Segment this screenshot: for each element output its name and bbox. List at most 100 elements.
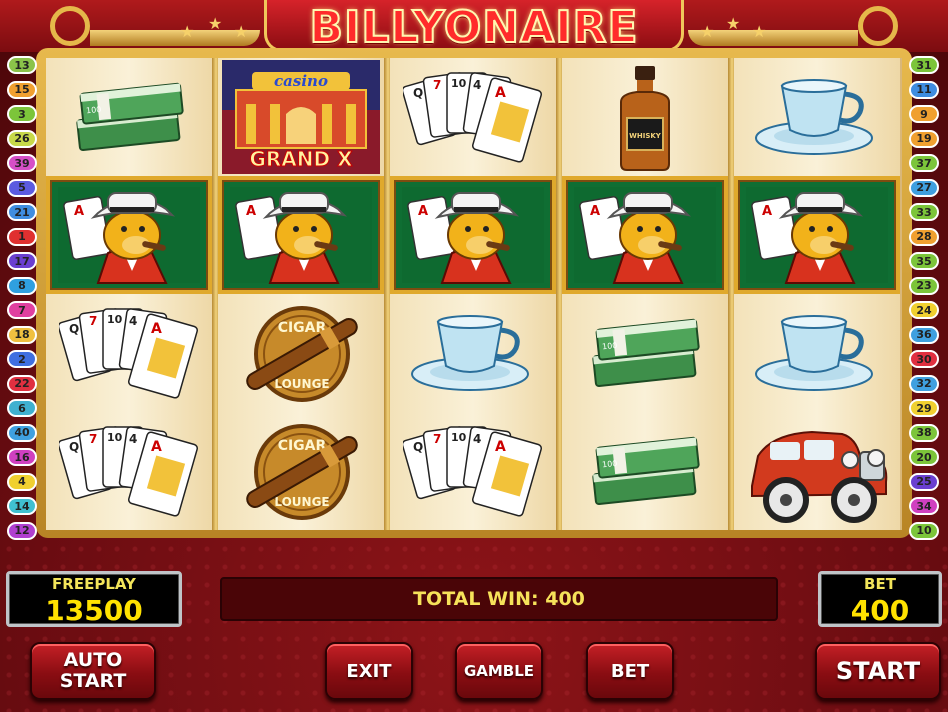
payline-indicators-left: 13 15 3 26 39 5 21 1 17 8 7 18 2 22 6 40 16 4 14 12 [5, 56, 39, 546]
svg-text:4: 4 [129, 314, 137, 328]
start-button[interactable]: START [815, 642, 941, 700]
slot-machine: ★ ★ ★ ★ ★ ★ BILLYONAIRE 100 A Q 7 10 4 A… [0, 0, 948, 712]
payline-number: 1 [7, 227, 37, 246]
payline-indicators-right: 31 11 9 19 37 27 33 28 35 23 24 36 30 32 29 38 20 25 34 10 [907, 56, 941, 546]
freeplay-display: FREEPLAY 13500 [6, 571, 182, 627]
payline-number: 29 [909, 399, 939, 417]
svg-text:4: 4 [473, 78, 481, 92]
payline-number: 27 [909, 178, 939, 197]
gold-swirl-icon [50, 6, 90, 46]
payline-number: 25 [909, 472, 939, 491]
payline-number: 28 [909, 227, 939, 246]
payline-number: 17 [7, 252, 37, 270]
money-stack-symbol: 100 [46, 58, 212, 176]
svg-text:7: 7 [89, 314, 97, 328]
payline-number: 8 [7, 276, 37, 295]
svg-text:10: 10 [107, 431, 123, 444]
playing-cards-symbol: Q 7 10 4 A [46, 412, 212, 530]
payline-number: 4 [7, 472, 37, 491]
payline-number: 7 [7, 301, 37, 319]
payline-number: 33 [909, 203, 939, 221]
gangster-dog-symbol: A [218, 176, 384, 294]
star-icon: ★ [752, 22, 767, 41]
svg-text:A: A [151, 321, 162, 337]
tea-cup-symbol [390, 294, 556, 412]
payline-number: 37 [909, 154, 939, 172]
payline-number: 12 [7, 521, 37, 540]
payline-number: 3 [7, 105, 37, 123]
gangster-dog-symbol: A [734, 176, 900, 294]
svg-text:100: 100 [86, 105, 102, 116]
star-icon: ★ [700, 22, 715, 41]
payline-number: 24 [909, 301, 939, 319]
svg-text:4: 4 [473, 432, 481, 446]
exit-button[interactable]: EXIT [325, 642, 413, 700]
svg-text:4: 4 [129, 432, 137, 446]
payline-number: 22 [7, 374, 37, 393]
payline-number: 31 [909, 56, 939, 74]
gangster-dog-symbol: A [46, 176, 212, 294]
tea-cup-symbol [734, 58, 900, 176]
casino-grand-x-symbol: casino GRAND X [218, 58, 384, 176]
payline-number: 14 [7, 497, 37, 515]
svg-text:Q: Q [69, 322, 79, 336]
svg-text:10: 10 [451, 431, 467, 444]
title-plate: BILLYONAIRE [264, 0, 684, 54]
game-title: BILLYONAIRE [308, 1, 639, 54]
svg-text:7: 7 [433, 78, 441, 92]
payline-number: 36 [909, 325, 939, 344]
payline-number: 20 [909, 448, 939, 466]
payline-number: 40 [7, 423, 37, 442]
star-icon: ★ [208, 14, 223, 33]
reel-4: WHISKY A 100 100 [562, 58, 728, 530]
svg-text:A: A [74, 204, 84, 219]
freeplay-value: 13500 [45, 594, 143, 627]
tea-cup-symbol [734, 294, 900, 412]
reel-5: A [734, 58, 900, 530]
payline-number: 15 [7, 80, 37, 99]
payline-number: 13 [7, 56, 37, 74]
svg-text:CIGAR: CIGAR [278, 438, 327, 454]
svg-text:CIGAR: CIGAR [278, 320, 327, 336]
svg-text:7: 7 [433, 432, 441, 446]
gamble-button[interactable]: GAMBLE [455, 642, 543, 700]
gangster-dog-symbol: A [390, 176, 556, 294]
payline-number: 9 [909, 105, 939, 123]
payline-number: 5 [7, 178, 37, 197]
svg-text:Q: Q [413, 86, 423, 100]
svg-text:LOUNGE: LOUNGE [274, 377, 329, 391]
auto-start-button[interactable]: AUTO START [30, 642, 156, 700]
payline-number: 35 [909, 252, 939, 270]
svg-text:A: A [246, 204, 256, 219]
payline-number: 30 [909, 350, 939, 368]
svg-text:Q: Q [413, 440, 423, 454]
svg-text:100: 100 [602, 341, 618, 352]
bet-button[interactable]: BET [586, 642, 674, 700]
top-banner: ★ ★ ★ ★ ★ ★ BILLYONAIRE [0, 0, 948, 54]
star-icon: ★ [180, 22, 195, 41]
vintage-car-symbol [734, 412, 900, 530]
star-icon: ★ [234, 22, 249, 41]
reel-area: 100 A Q 7 10 4 A Q 7 10 4 A casino GRAND… [46, 58, 902, 530]
playing-cards-symbol: Q 7 10 4 A [46, 294, 212, 412]
bet-label: BET [864, 575, 896, 593]
svg-text:A: A [418, 204, 428, 219]
payline-number: 16 [7, 448, 37, 466]
payline-number: 10 [909, 521, 939, 540]
playing-cards-symbol: Q 7 10 4 A [390, 412, 556, 530]
payline-number: 2 [7, 350, 37, 368]
payline-number: 26 [7, 129, 37, 148]
payline-number: 39 [7, 154, 37, 172]
payline-number: 19 [909, 129, 939, 148]
payline-number: 18 [7, 325, 37, 344]
reel-3: Q 7 10 4 A A Q 7 10 4 A [390, 58, 556, 530]
money-stack-symbol: 100 [562, 412, 728, 530]
svg-text:A: A [151, 439, 162, 455]
reel-1: 100 A Q 7 10 4 A Q 7 10 4 A [46, 58, 212, 530]
cigar-lounge-symbol: CIGAR LOUNGE [218, 294, 384, 412]
playing-cards-symbol: Q 7 10 4 A [390, 58, 556, 176]
auto-start-label: AUTO START [59, 649, 127, 692]
svg-text:A: A [495, 85, 506, 101]
svg-text:A: A [762, 204, 772, 219]
gold-swirl-icon [858, 6, 898, 46]
